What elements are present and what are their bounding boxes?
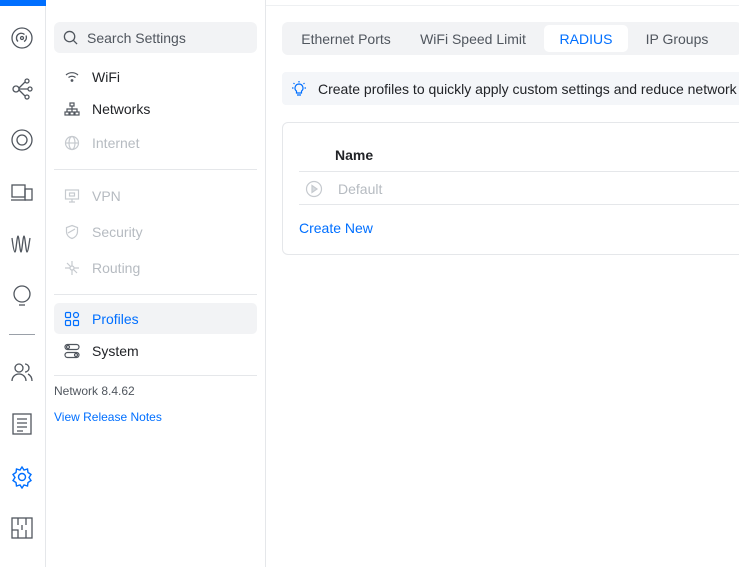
version-label: Network 8.4.62: [54, 384, 135, 398]
radar-icon[interactable]: [9, 127, 35, 153]
sidebar-item-label: Profiles: [92, 310, 139, 327]
network-tree-icon: [64, 101, 80, 117]
table-row[interactable]: Default: [305, 178, 382, 200]
tab-wifi-speed-limit[interactable]: WiFi Speed Limit: [410, 25, 536, 52]
settings-icon[interactable]: [9, 464, 35, 490]
table-divider: [299, 171, 739, 172]
sidebar-item-security[interactable]: Security: [54, 216, 257, 247]
top-bar: [266, 0, 739, 6]
sidebar-item-vpn[interactable]: VPN: [54, 180, 257, 211]
column-header-name: Name: [335, 147, 374, 163]
routing-icon: [64, 260, 80, 276]
sidebar-item-profiles[interactable]: Profiles: [54, 303, 257, 334]
release-notes-link[interactable]: View Release Notes: [54, 410, 162, 424]
sidebar-item-label: System: [92, 342, 139, 359]
floorplan-icon[interactable]: [9, 515, 35, 541]
rail-top-accent: [0, 0, 46, 6]
devices-icon[interactable]: [9, 179, 35, 205]
tab-ip-groups[interactable]: IP Groups: [632, 25, 722, 52]
clients-icon[interactable]: [9, 359, 35, 385]
sidebar-item-routing[interactable]: Routing: [54, 252, 257, 283]
create-new-button[interactable]: Create New: [299, 220, 373, 236]
table-divider: [299, 204, 739, 205]
sidebar-item-system[interactable]: System: [54, 335, 257, 366]
sidebar-item-label: WiFi: [92, 68, 120, 85]
globe-icon: [64, 135, 80, 151]
search-input[interactable]: Search Settings: [54, 22, 257, 53]
sidebar-divider: [54, 294, 257, 295]
rail-divider: [9, 334, 35, 335]
sidebar-divider: [54, 375, 257, 376]
sidebar-item-label: VPN: [92, 187, 121, 204]
tab-ethernet-ports[interactable]: Ethernet Ports: [286, 25, 406, 52]
shield-icon: [64, 224, 80, 240]
wifiman-icon[interactable]: [9, 231, 35, 257]
search-placeholder: Search Settings: [87, 29, 186, 46]
row-name: Default: [338, 181, 383, 197]
sidebar-item-wifi[interactable]: WiFi: [54, 61, 257, 92]
insights-icon[interactable]: [9, 283, 35, 309]
play-circle-icon: [305, 180, 323, 198]
info-banner: Create profiles to quickly apply custom …: [282, 72, 739, 105]
sidebar-divider: [54, 169, 257, 170]
tab-radius[interactable]: RADIUS: [544, 25, 628, 52]
profiles-grid-icon: [64, 311, 80, 327]
main-content: Ethernet Ports WiFi Speed Limit RADIUS I…: [266, 0, 739, 567]
topology-icon[interactable]: [9, 75, 35, 101]
sidebar-item-label: Security: [92, 223, 143, 240]
sidebar-item-networks[interactable]: Networks: [54, 93, 257, 124]
banner-text: Create profiles to quickly apply custom …: [318, 80, 737, 97]
dashboard-icon[interactable]: [9, 25, 35, 51]
app-rail: [0, 0, 46, 567]
wifi-icon: [64, 69, 80, 85]
logs-icon[interactable]: [9, 411, 35, 437]
sidebar-item-internet[interactable]: Internet: [54, 127, 257, 158]
vpn-monitor-icon: [64, 188, 80, 204]
system-toggles-icon: [64, 343, 80, 359]
sidebar-item-label: Networks: [92, 100, 151, 117]
sidebar-item-label: Routing: [92, 259, 141, 276]
profile-tabs: Ethernet Ports WiFi Speed Limit RADIUS I…: [282, 22, 739, 55]
radius-profiles-table: Name Default Create New: [282, 122, 739, 255]
lightbulb-icon: [292, 80, 306, 96]
search-icon: [63, 30, 78, 45]
settings-sidebar: Search Settings WiFi Networks Internet V…: [46, 0, 266, 567]
sidebar-item-label: Internet: [92, 134, 140, 151]
